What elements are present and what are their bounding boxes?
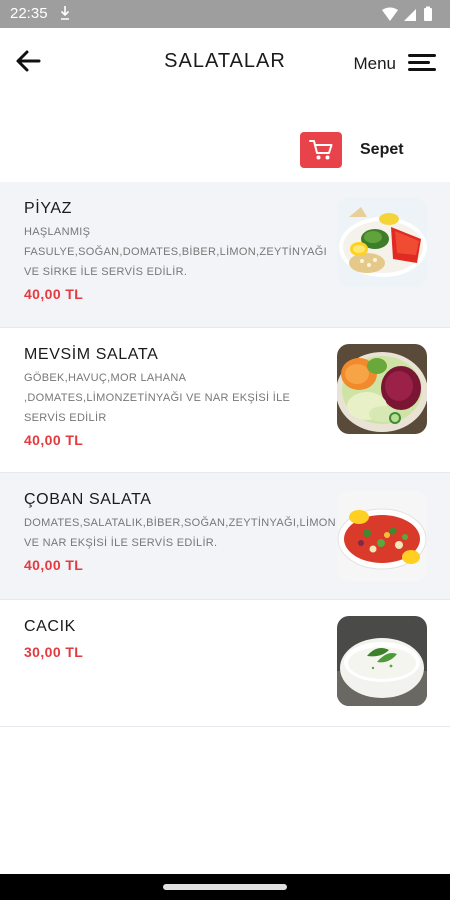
wifi-icon <box>382 7 398 21</box>
arrow-left-icon <box>16 50 41 72</box>
cart-label[interactable]: Sepet <box>360 141 404 159</box>
item-name: CACIK <box>24 618 76 635</box>
download-notification-icon <box>60 5 70 24</box>
app-header: SALATALAR Menu <box>0 28 450 100</box>
back-button[interactable] <box>12 46 46 76</box>
status-bar: 22:35 <box>0 0 450 28</box>
item-price: 40,00 TL <box>24 286 84 302</box>
item-text: MEVSİM SALATA GÖBEK,HAVUÇ,MOR LAHANA ,DO… <box>24 346 314 448</box>
item-price: 40,00 TL <box>24 432 84 448</box>
item-text: ÇOBAN SALATA DOMATES,SALATALIK,BİBER,SOĞ… <box>24 491 336 573</box>
item-name: MEVSİM SALATA <box>24 346 159 363</box>
system-navigation-bar <box>0 874 450 900</box>
item-price: 30,00 TL <box>24 644 84 660</box>
item-text: PİYAZ HAŞLANMIŞ FASULYE,SOĞAN,DOMATES,Bİ… <box>24 200 327 302</box>
item-description: HAŞLANMIŞ FASULYE,SOĞAN,DOMATES,BİBER,Lİ… <box>24 226 327 278</box>
piyaz-photo[interactable] <box>337 197 427 287</box>
cart-button[interactable] <box>300 132 342 168</box>
home-gesture-handle[interactable] <box>163 884 287 890</box>
item-description: DOMATES,SALATALIK,BİBER,SOĞAN,ZEYTİNYAĞI… <box>24 517 336 549</box>
coban-salata-photo[interactable] <box>337 491 427 581</box>
list-item[interactable]: ÇOBAN SALATA DOMATES,SALATALIK,BİBER,SOĞ… <box>0 473 450 600</box>
menu-label: Menu <box>353 54 396 73</box>
item-name: ÇOBAN SALATA <box>24 491 152 508</box>
list-item[interactable]: CACIK 30,00 TL <box>0 600 450 727</box>
mevsim-salata-photo[interactable] <box>337 344 427 434</box>
status-icons <box>378 6 438 22</box>
signal-icon <box>404 9 416 21</box>
status-time: 22:35 <box>10 5 48 22</box>
list-item[interactable]: PİYAZ HAŞLANMIŞ FASULYE,SOĞAN,DOMATES,Bİ… <box>0 182 450 328</box>
cacik-photo[interactable] <box>337 616 427 706</box>
item-description: GÖBEK,HAVUÇ,MOR LAHANA ,DOMATES,LİMONZET… <box>24 372 291 424</box>
item-name: PİYAZ <box>24 200 73 217</box>
hamburger-icon <box>408 54 436 71</box>
menu-button[interactable]: Menu <box>353 48 438 80</box>
battery-icon <box>424 8 432 21</box>
item-price: 40,00 TL <box>24 557 84 573</box>
cart-row: Sepet <box>0 100 450 182</box>
item-text: CACIK 30,00 TL <box>24 618 314 660</box>
menu-list: PİYAZ HAŞLANMIŞ FASULYE,SOĞAN,DOMATES,Bİ… <box>0 182 450 727</box>
cart-icon <box>309 140 333 160</box>
list-item[interactable]: MEVSİM SALATA GÖBEK,HAVUÇ,MOR LAHANA ,DO… <box>0 328 450 473</box>
